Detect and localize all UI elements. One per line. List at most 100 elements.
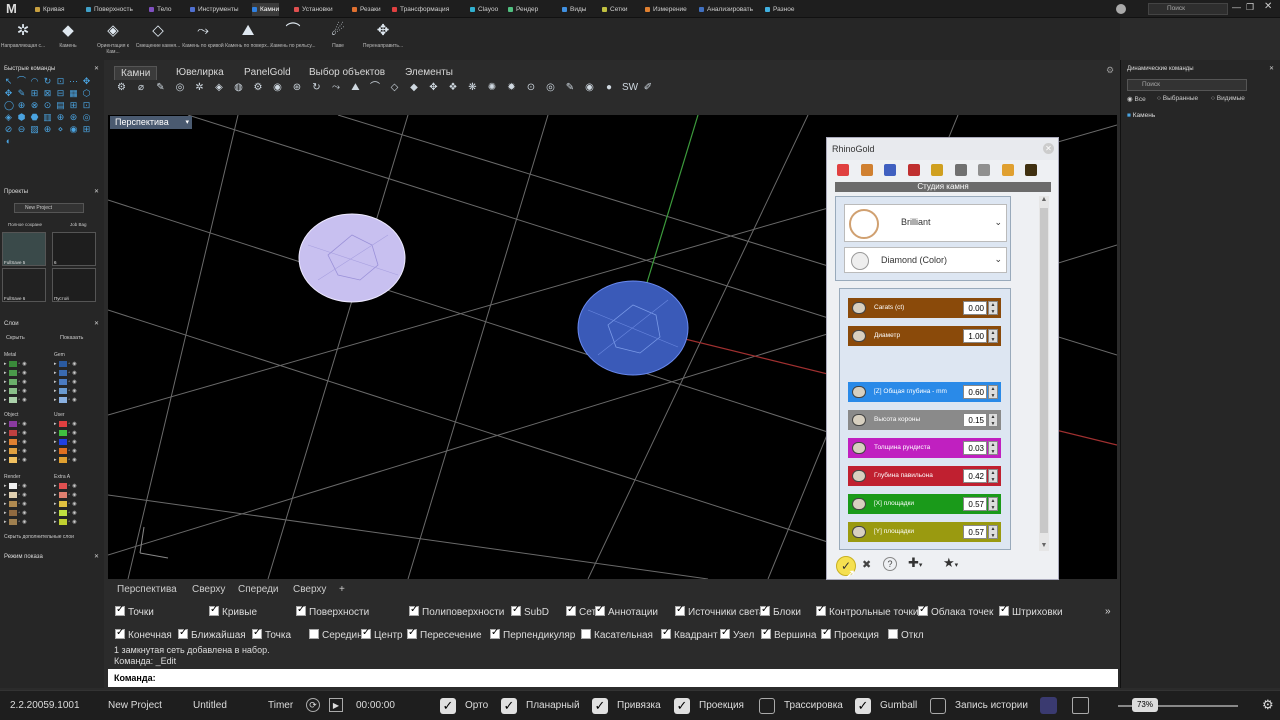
rg-tool-icon[interactable] [1001,164,1014,176]
expand-icon[interactable]: ▸ [4,388,7,394]
layer-row[interactable]: ▸ ▫ ◉ [54,517,102,526]
close-icon[interactable]: ✕ [94,186,99,198]
lock-icon[interactable]: ▫ [19,421,21,427]
quick-command-icon[interactable]: ⊞ [30,88,39,98]
spinner-icon[interactable]: ▲ ▼ [988,413,998,427]
expand-icon[interactable]: ▸ [54,421,57,427]
menu-tab[interactable]: Виды [562,3,586,16]
layer-color-swatch[interactable] [8,509,17,516]
layer-row[interactable]: ▸ ▫ ◉ [54,455,102,464]
quick-command-icon[interactable]: ⊛ [69,112,78,122]
eye-icon[interactable]: ◉ [72,397,76,403]
layer-row[interactable]: ▸ ▫ ◉ [4,395,52,404]
status-toggle-checkbox[interactable] [759,698,775,714]
expand-icon[interactable]: ▸ [4,421,7,427]
close-icon[interactable]: ✕ [1043,143,1054,154]
status-toggle-checkbox[interactable]: ✓ [592,698,608,714]
layer-color-swatch[interactable] [58,438,67,445]
toolbar-icon[interactable]: ⌀ [135,81,148,94]
status-toggle-label[interactable]: Привязка [617,700,661,711]
quick-command-icon[interactable]: ⊠ [43,88,52,98]
expand-icon[interactable]: ▸ [54,483,57,489]
hide-layers-button[interactable]: Скрыть [6,335,25,341]
layer-row[interactable]: ▸ ▫ ◉ [54,490,102,499]
lock-icon[interactable]: ▫ [69,510,71,516]
layer-color-swatch[interactable] [58,500,67,507]
hide-extra-layers[interactable]: Скрыть дополнительные слои [4,534,74,540]
osnap-checkbox[interactable]: Проекция [821,627,879,642]
lock-icon[interactable]: ▫ [69,379,71,385]
ribbon-tool[interactable]: ⌒ Камень по рельсу... [270,20,316,60]
expand-icon[interactable]: ▸ [54,361,57,367]
lock-icon[interactable]: ▫ [69,492,71,498]
add-icon[interactable]: ✚▾ [908,555,922,571]
viewport-tab[interactable]: Перспектива [117,584,177,595]
lock-icon[interactable]: ▫ [19,519,21,525]
rhino-icon[interactable] [1040,697,1057,714]
filter-checkbox[interactable]: Источники света [675,604,765,619]
eye-icon[interactable]: ◉ [72,430,76,436]
layer-row[interactable]: ▸ ▫ ◉ [54,437,102,446]
layer-color-swatch[interactable] [8,438,17,445]
scroll-down-icon[interactable]: ▼ [1039,542,1049,549]
lock-icon[interactable]: ▫ [69,397,71,403]
lock-icon[interactable]: ▫ [19,501,21,507]
viewport-tab[interactable]: Сверху [293,584,326,595]
ribbon-tool[interactable]: ◆ Камень [45,20,91,60]
expand-icon[interactable]: ▸ [54,457,57,463]
quick-command-icon[interactable]: ⊙ [43,100,52,110]
expand-icon[interactable]: ▸ [54,379,57,385]
lock-icon[interactable]: ▫ [19,388,21,394]
layer-row[interactable]: ▸ ▫ ◉ [4,377,52,386]
filter-checkbox[interactable]: Полиповерхности [409,604,504,619]
param-value-input[interactable]: 0.03 [963,441,987,455]
quick-command-icon[interactable]: ⊡ [56,76,65,86]
scrollbar[interactable]: ▲ ▼ [1039,196,1049,551]
menu-tab[interactable]: Разное [765,3,794,16]
toolbar-icon[interactable]: ◉ [583,81,596,94]
lock-icon[interactable]: ▫ [69,448,71,454]
eye-icon[interactable]: ◉ [72,519,76,525]
quick-command-icon[interactable]: ▦ [69,88,78,98]
toolbar-icon[interactable]: ⊛ [291,81,304,94]
expand-icon[interactable]: ▸ [4,361,7,367]
expand-icon[interactable]: ▸ [54,448,57,454]
layer-row[interactable]: ▸ ▫ ◉ [4,455,52,464]
layer-row[interactable]: ▸ ▫ ◉ [4,481,52,490]
param-value-input[interactable]: 1.00 [963,329,987,343]
expand-icon[interactable]: ▸ [4,439,7,445]
eye-icon[interactable]: ◉ [22,519,26,525]
lock-icon[interactable]: ▫ [19,361,21,367]
layer-color-swatch[interactable] [58,360,67,367]
status-toggle-checkbox[interactable]: ✓ [440,698,456,714]
quick-command-icon[interactable]: ◈ [4,112,13,122]
radio-all[interactable]: ◉ Все [1127,95,1146,103]
toolbar-icon[interactable]: ✲ [193,81,206,94]
quick-command-icon[interactable]: ◉ [69,124,78,134]
filter-checkbox[interactable]: Блоки [760,604,801,619]
status-toggle-checkbox[interactable] [930,698,946,714]
menu-tab[interactable]: Камни [252,3,280,16]
lock-icon[interactable]: ▫ [69,519,71,525]
rg-tool-icon[interactable] [884,164,896,176]
menu-tab[interactable]: Сетки [602,3,628,16]
layer-color-swatch[interactable] [58,456,67,463]
layer-row[interactable]: ▸ ▫ ◉ [54,499,102,508]
radio-visible[interactable]: ○ Видимые [1211,95,1245,102]
favorite-icon[interactable]: ★▾ [943,555,958,571]
layer-color-swatch[interactable] [58,518,67,525]
lock-icon[interactable]: ▫ [69,439,71,445]
ribbon-tool[interactable]: ✲ Направляющая с... [0,20,46,60]
scroll-thumb[interactable] [1040,208,1048,533]
layer-color-swatch[interactable] [8,447,17,454]
layer-color-swatch[interactable] [8,482,17,489]
full-save-button[interactable]: Полное сохране [2,220,50,230]
spinner-icon[interactable]: ▲ ▼ [988,441,998,455]
quick-command-icon[interactable]: ⊕ [17,100,26,110]
toolbar-icon[interactable]: ✥ [427,81,440,94]
layer-row[interactable]: ▸ ▫ ◉ [54,508,102,517]
search-input[interactable]: Поиск [1148,3,1228,15]
toolbar-icon[interactable]: ✺ [486,81,499,94]
toolbar-icon[interactable]: ◎ [544,81,557,94]
toolbar-icon[interactable]: ↻ [310,81,323,94]
